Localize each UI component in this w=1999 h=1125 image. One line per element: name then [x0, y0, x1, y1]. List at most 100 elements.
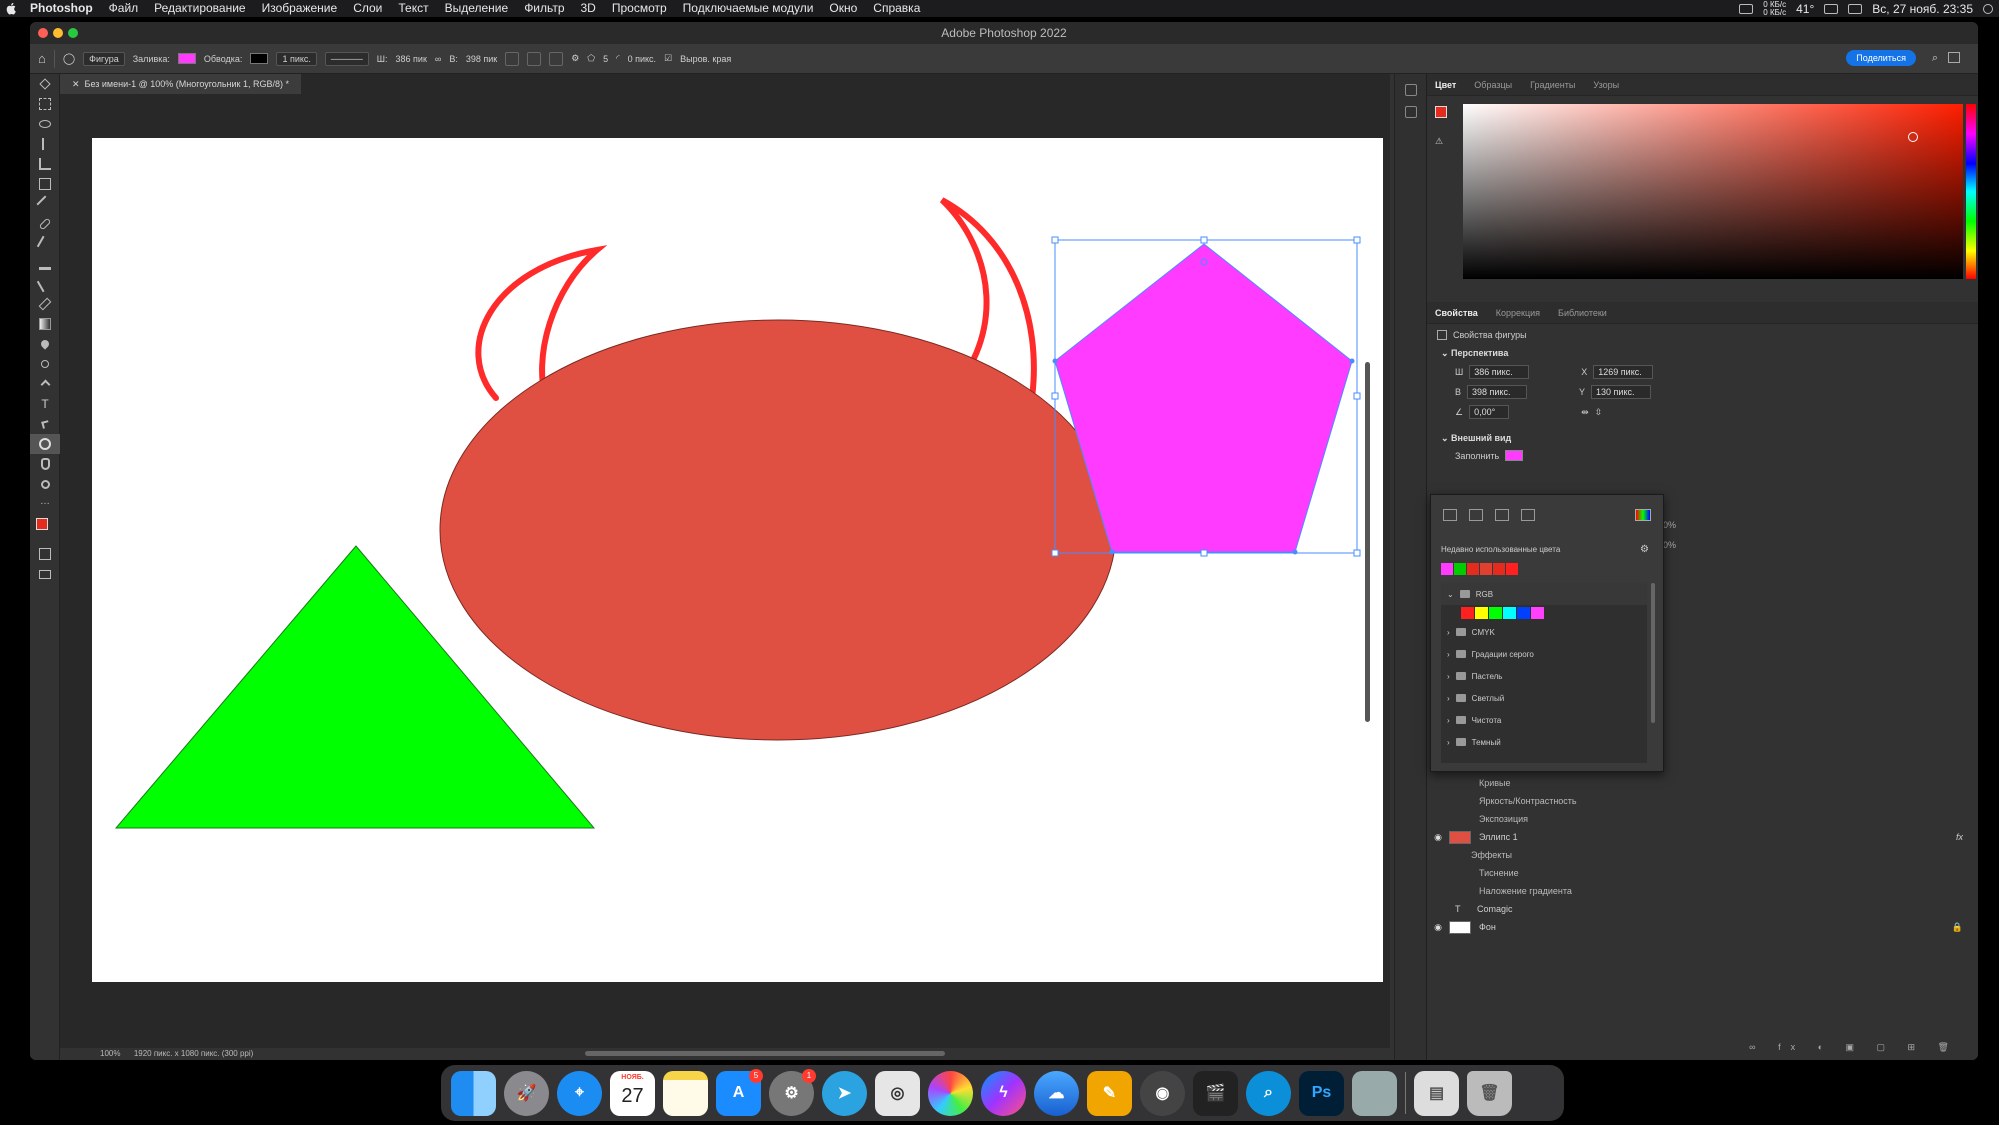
stroke-type-select[interactable]: ─────: [324, 51, 369, 66]
dodge-tool[interactable]: [30, 354, 60, 374]
shape-tool[interactable]: [30, 434, 60, 454]
telegram-icon[interactable]: ➤: [822, 1070, 867, 1116]
menu-window[interactable]: Окно: [821, 0, 865, 17]
move-tool[interactable]: [30, 74, 60, 94]
type-tool[interactable]: T: [30, 394, 60, 414]
layer-ellipse[interactable]: ◉ Эллипс 1 fx: [1427, 828, 1978, 846]
healing-tool[interactable]: [30, 214, 60, 234]
vertical-scrollbar[interactable]: [1365, 362, 1370, 722]
menu-layers[interactable]: Слои: [345, 0, 390, 17]
eyedropper-tool[interactable]: [30, 194, 60, 214]
recent-swatch[interactable]: [1480, 563, 1492, 575]
minimize-window-button[interactable]: [53, 28, 63, 38]
tab-adjustments[interactable]: Коррекция: [1496, 308, 1540, 318]
effect-layer[interactable]: Экспозиция: [1427, 810, 1978, 828]
sides-input[interactable]: 5: [603, 54, 608, 64]
selection-handle[interactable]: [1051, 392, 1059, 400]
pen-tool[interactable]: [30, 374, 60, 394]
menu-3d[interactable]: 3D: [573, 0, 604, 17]
folder-light[interactable]: › Светлый: [1441, 687, 1647, 709]
zoom-tool[interactable]: [30, 474, 60, 494]
recent-swatch[interactable]: [1454, 563, 1466, 575]
folder-pure[interactable]: › Чистота: [1441, 709, 1647, 731]
tab-libraries[interactable]: Библиотеки: [1558, 308, 1607, 318]
shape-y-input[interactable]: 130 пикс.: [1591, 385, 1652, 399]
shape-width-input[interactable]: 386 пикс.: [1469, 365, 1530, 379]
anchor-point[interactable]: [1349, 358, 1355, 364]
recent-swatch[interactable]: [1506, 563, 1518, 575]
launchpad-icon[interactable]: 🚀: [504, 1070, 549, 1116]
comments-panel-icon[interactable]: [1404, 106, 1417, 118]
color-swatches[interactable]: [30, 514, 60, 544]
align-edges-checkbox[interactable]: ☑: [664, 53, 672, 64]
path-select-tool[interactable]: [30, 414, 60, 434]
messenger-icon[interactable]: ϟ: [981, 1070, 1026, 1116]
color-picker-ring[interactable]: [1908, 132, 1918, 142]
popup-scrollbar[interactable]: [1651, 583, 1655, 723]
anchor-point[interactable]: [1052, 358, 1058, 364]
opacity-field[interactable]: 0%: [1663, 520, 1676, 530]
workspace-icon[interactable]: [1948, 52, 1960, 63]
colorsync-icon[interactable]: [928, 1070, 973, 1116]
hue-slider[interactable]: [1966, 104, 1976, 279]
flip-vertical-icon[interactable]: ⇳: [1595, 407, 1603, 418]
menu-text[interactable]: Текст: [390, 0, 436, 17]
eraser-tool[interactable]: [30, 294, 60, 314]
layer-text[interactable]: T Comagic: [1427, 900, 1978, 918]
appearance-fill-swatch[interactable]: [1505, 450, 1524, 461]
effect-layer[interactable]: Яркость/Контрастность: [1427, 792, 1978, 810]
system-settings-icon[interactable]: ⚙ 1: [769, 1068, 816, 1116]
anchor-point[interactable]: [1109, 549, 1115, 555]
stroke-swatch[interactable]: [250, 53, 269, 64]
tool-mode-select[interactable]: Фигура: [83, 51, 125, 66]
effects-group[interactable]: Эффекты: [1427, 846, 1978, 864]
eye-icon[interactable]: ◉: [1427, 922, 1449, 933]
selection-handle[interactable]: [1353, 236, 1361, 244]
finder-icon[interactable]: [451, 1070, 496, 1116]
layer-background[interactable]: ◉ Фон 🔒: [1427, 918, 1978, 936]
marquee-tool[interactable]: [30, 94, 60, 114]
gradient-fill-icon[interactable]: [1495, 509, 1509, 521]
recent-swatch[interactable]: [1493, 563, 1505, 575]
selection-handle[interactable]: [1200, 236, 1208, 244]
zoom-level[interactable]: 100%: [100, 1049, 120, 1058]
folder-pastel[interactable]: › Пастель: [1441, 665, 1647, 687]
eye-icon[interactable]: ◉: [1427, 832, 1449, 843]
document-info[interactable]: 1920 пикс. x 1080 пикс. (300 ppi): [134, 1049, 254, 1058]
menu-image[interactable]: Изображение: [254, 0, 346, 17]
effect-item[interactable]: Тиснение: [1427, 864, 1978, 882]
selection-handle[interactable]: [1353, 392, 1361, 400]
fill-field[interactable]: 0%: [1663, 540, 1676, 550]
fx-icon[interactable]: fx: [1956, 832, 1963, 842]
path-arrangement-icon[interactable]: [549, 51, 564, 66]
width-input[interactable]: 386 пик: [396, 54, 427, 64]
menu-help[interactable]: Справка: [865, 0, 928, 17]
path-alignment-icon[interactable]: [527, 51, 542, 66]
foreground-color[interactable]: [36, 518, 48, 530]
recent-swatch[interactable]: [1441, 563, 1453, 575]
flip-horizontal-icon[interactable]: ⇹: [1581, 407, 1589, 418]
cloud-app-icon[interactable]: ☁: [1034, 1070, 1079, 1116]
apple-menu-icon[interactable]: [0, 0, 22, 17]
tab-properties[interactable]: Свойства: [1435, 308, 1478, 318]
quick-select-tool[interactable]: [30, 134, 60, 154]
share-button[interactable]: Поделиться: [1846, 50, 1916, 66]
safari-icon[interactable]: ⌖: [557, 1070, 602, 1116]
menu-file[interactable]: Файл: [101, 0, 147, 17]
home-icon[interactable]: ⌂: [38, 51, 46, 66]
corner-radius-input[interactable]: 0 пикс.: [628, 54, 656, 64]
tab-color[interactable]: Цвет: [1435, 80, 1456, 90]
screenshot-icon[interactable]: ◎: [875, 1070, 920, 1116]
notes-icon[interactable]: [663, 1070, 708, 1116]
selection-handle[interactable]: [1353, 549, 1361, 557]
rgb-swatch[interactable]: [1475, 607, 1488, 619]
preview-icon[interactable]: [1352, 1070, 1397, 1116]
menu-view[interactable]: Просмотр: [604, 0, 675, 17]
history-panel-icon[interactable]: [1404, 84, 1417, 96]
tab-swatches[interactable]: Образцы: [1474, 80, 1512, 90]
menubar-extra-icon[interactable]: [1739, 3, 1754, 14]
menu-select[interactable]: Выделение: [437, 0, 517, 17]
documents-folder-icon[interactable]: ▤: [1414, 1070, 1459, 1116]
photoshop-icon[interactable]: Ps: [1299, 1070, 1344, 1116]
lasso-tool[interactable]: [30, 114, 60, 134]
